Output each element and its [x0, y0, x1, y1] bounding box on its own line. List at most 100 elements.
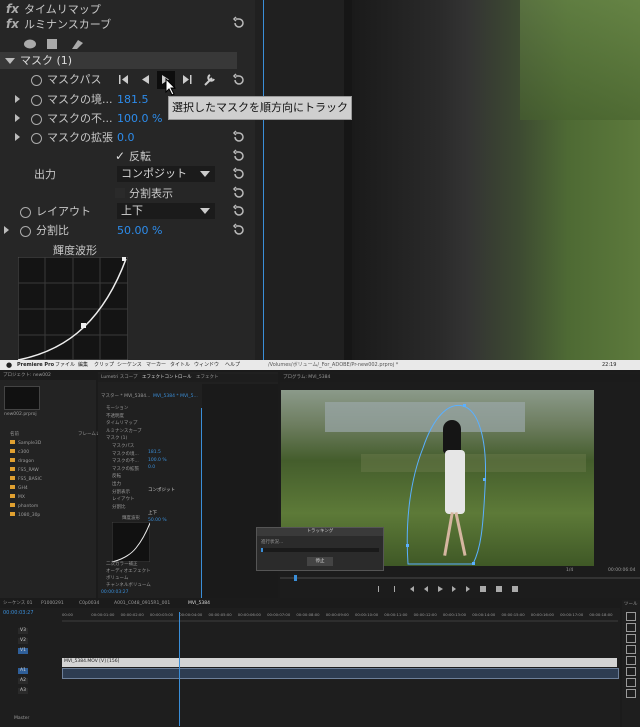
stopwatch-icon[interactable] [31, 133, 42, 144]
menu-file[interactable]: ファイル [55, 360, 75, 370]
effect-row[interactable]: 不透明度 [106, 414, 124, 420]
bin-item[interactable]: phantom [4, 503, 38, 510]
reset-icon[interactable] [232, 16, 246, 30]
stop-button[interactable]: 停止 [307, 557, 333, 566]
effect-row[interactable]: 分割比 [112, 505, 126, 511]
panel-divider[interactable] [344, 0, 352, 360]
invert-checkbox-row[interactable]: ✓ 反転 [115, 147, 195, 166]
mask-header[interactable]: マスク (1) [0, 52, 237, 69]
luminance-curve-small[interactable] [112, 522, 150, 562]
effect-value[interactable]: 0.0 [148, 465, 155, 471]
bin-item[interactable]: c300 [4, 449, 29, 456]
bin-item[interactable]: FS5_RAW [4, 467, 39, 474]
effect-row[interactable]: マスクの拡張 [112, 467, 139, 473]
program-scrubber[interactable] [280, 577, 640, 579]
audio-clip[interactable] [62, 668, 619, 679]
param-value[interactable]: 0.0 [117, 128, 135, 147]
reset-icon[interactable] [232, 186, 246, 200]
stopwatch-icon[interactable] [20, 226, 31, 237]
timeline-playhead[interactable] [179, 612, 180, 726]
menu-edit[interactable]: 編集 [78, 360, 88, 370]
effect-row[interactable]: レイアウト [112, 497, 135, 503]
split-ratio-row[interactable]: 分割比 50.00 % [0, 221, 162, 240]
bin-item[interactable]: 1080_30p [4, 512, 40, 519]
collapse-icon[interactable] [5, 58, 15, 64]
apple-icon[interactable]: ● [6, 360, 12, 370]
track-header[interactable]: A3 [18, 688, 28, 694]
menu-marker[interactable]: マーカー [146, 360, 166, 370]
selection-tool-icon[interactable] [626, 612, 636, 621]
sequence-tab[interactable]: MVI_5384 [188, 600, 210, 608]
expand-icon[interactable] [4, 226, 9, 234]
project-panel-header[interactable]: プロジェクト: new002 [0, 372, 96, 380]
tab-effects[interactable]: エフェクト [196, 374, 219, 382]
stopwatch-icon[interactable] [31, 114, 42, 125]
track-select-icon[interactable] [626, 623, 636, 632]
hand-tool-icon[interactable] [626, 678, 636, 687]
timeline-timecode[interactable]: 00:00:03:27 [3, 610, 34, 616]
param-row-expansion[interactable]: マスクの拡張 0.0 [0, 128, 160, 147]
effect-row[interactable]: 出力 [112, 482, 121, 488]
work-area-bar[interactable] [62, 620, 618, 622]
param-value[interactable]: 100.0 % [117, 109, 162, 128]
split-ratio-value[interactable]: 50.00 % [117, 221, 162, 240]
bin-item[interactable]: dragon [4, 458, 34, 465]
master-label[interactable]: マスター * MVI_5384... [101, 394, 150, 400]
layout-dropdown[interactable]: 上下 [117, 203, 215, 219]
track-header[interactable]: A2 [18, 678, 28, 684]
effect-value[interactable]: 100.0 % [148, 458, 167, 464]
effect-row[interactable]: 二次カラー補正 [106, 562, 138, 568]
menu-help[interactable]: ヘルプ [225, 360, 240, 370]
sequence-tab[interactable]: A001_C048_0915R1_001 [114, 600, 170, 608]
reset-icon[interactable] [232, 130, 246, 144]
sequence-tab[interactable]: P1000291 [41, 600, 64, 608]
track-header[interactable]: A1 [18, 668, 28, 674]
keyframe-area[interactable] [255, 0, 350, 360]
param-value[interactable]: 181.5 [117, 90, 149, 109]
effect-row[interactable]: チャンネルボリューム [106, 583, 151, 589]
param-row-opacity[interactable]: マスクの不... 100.0 % [0, 109, 165, 128]
effect-value[interactable]: 上下 [148, 511, 157, 517]
effect-row[interactable]: 反転 [112, 474, 121, 480]
stopwatch-icon[interactable] [31, 95, 42, 106]
check-icon[interactable]: ✓ [115, 147, 125, 166]
expand-icon[interactable] [15, 133, 20, 141]
razor-icon[interactable] [626, 645, 636, 654]
effect-row[interactable]: ボリューム [106, 576, 128, 582]
clip-label[interactable]: MVI_5384 * MVI_5... [153, 394, 198, 400]
stopwatch-icon[interactable] [20, 207, 31, 218]
output-dropdown[interactable]: コンポジット [117, 166, 215, 182]
ripple-edit-icon[interactable] [626, 634, 636, 643]
bin-item[interactable]: GH4 [4, 485, 28, 492]
param-row-feather[interactable]: マスクの境... 181.5 [0, 90, 160, 109]
effect-value[interactable]: コンポジット [148, 488, 175, 494]
split-view-checkbox-row[interactable]: 分割表示 [115, 184, 215, 203]
type-tool-icon[interactable] [626, 689, 636, 698]
sequence-tab[interactable]: C0p0034 [79, 600, 99, 608]
program-playhead[interactable] [294, 575, 297, 581]
effect-value[interactable]: 50.00 % [148, 518, 167, 524]
checkbox[interactable] [115, 188, 125, 198]
bin-item[interactable]: Sample3D [4, 440, 41, 447]
reset-icon[interactable] [232, 223, 246, 237]
reset-icon[interactable] [232, 167, 246, 181]
luminance-curve-graph[interactable] [18, 257, 128, 360]
playhead-line[interactable] [263, 0, 264, 360]
effect-value[interactable]: 181.5 [148, 450, 161, 456]
timeline-ruler[interactable]: 00:00 00:00:01:00 00:00:02:00 00:00:03:00 00… [62, 612, 618, 620]
reset-icon[interactable] [232, 204, 246, 218]
track-header[interactable]: V2 [18, 638, 28, 644]
track-header[interactable]: V1 [18, 648, 28, 654]
effect-row[interactable]: マスクパス [112, 444, 134, 450]
bin-item[interactable]: FS5_BASIC [4, 476, 42, 483]
effect-row[interactable]: マスクの不... [112, 459, 139, 465]
reset-icon[interactable] [232, 73, 246, 87]
effect-row[interactable]: マスクの境... [112, 452, 139, 458]
menu-window[interactable]: ウィンドウ [194, 360, 219, 370]
reset-icon[interactable] [232, 149, 246, 163]
slip-icon[interactable] [626, 656, 636, 665]
sequence-tab[interactable]: シーケンス 01 [3, 600, 32, 608]
track-header[interactable]: V3 [18, 628, 28, 634]
expand-icon[interactable] [15, 95, 20, 103]
tab-lumetri-scope[interactable]: Lumetri スコープ [101, 374, 137, 382]
